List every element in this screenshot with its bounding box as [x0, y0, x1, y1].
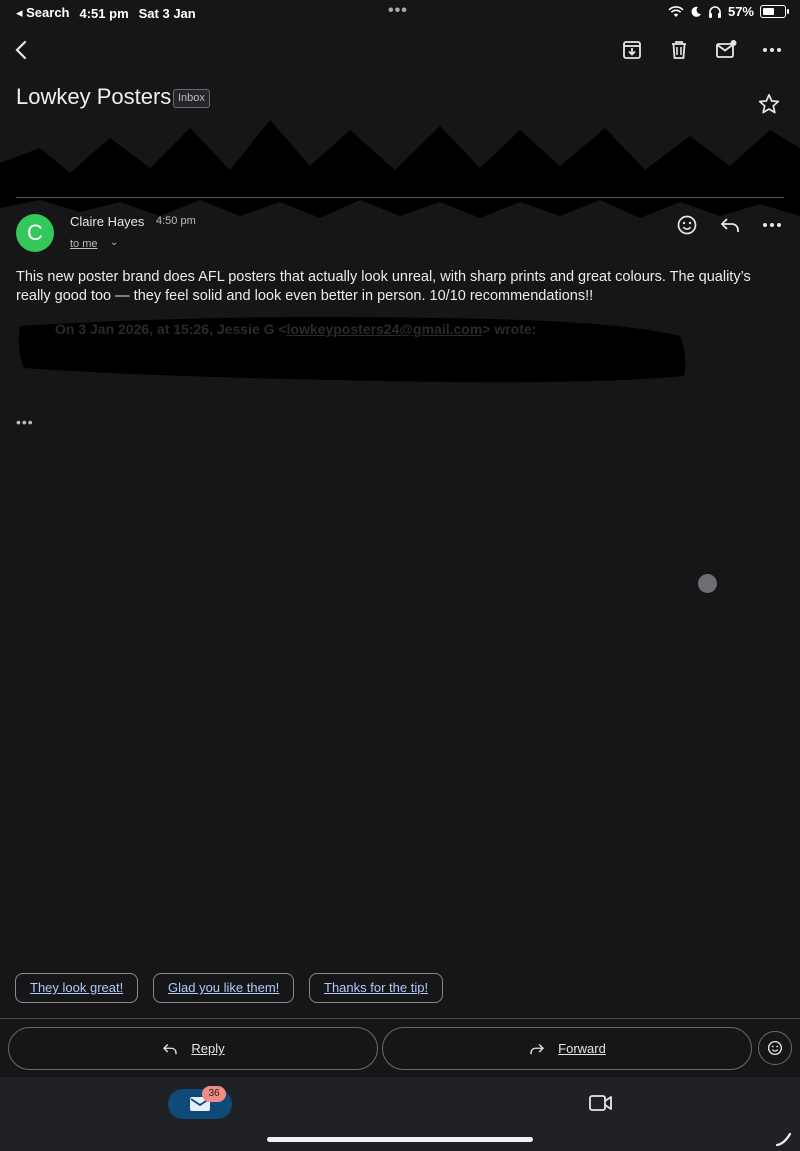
- meet-video-icon[interactable]: [588, 1092, 614, 1114]
- more-icon: [763, 223, 781, 227]
- emoji-icon: [677, 215, 697, 235]
- more-button[interactable]: [754, 32, 790, 68]
- react-button[interactable]: [669, 207, 705, 243]
- quote-prefix: On 3 Jan 2026, at 15:26, Jessie G <: [55, 321, 287, 337]
- emoji-reaction-button[interactable]: [758, 1031, 792, 1065]
- sender-name[interactable]: Claire Hayes: [70, 214, 144, 229]
- reply-button[interactable]: Reply: [8, 1027, 378, 1070]
- status-bar: ◂ Search 4:51 pm Sat 3 Jan ••• 57%: [0, 0, 800, 24]
- assistive-touch-dot[interactable]: [698, 574, 717, 593]
- smart-reply-3[interactable]: Thanks for the tip!: [309, 973, 444, 1003]
- multitask-handle[interactable]: •••: [388, 2, 408, 20]
- chevron-down-icon[interactable]: ⌄: [110, 237, 118, 248]
- actions-divider: [0, 1018, 800, 1019]
- archive-button[interactable]: [614, 32, 650, 68]
- sender-avatar[interactable]: C: [16, 214, 54, 252]
- wifi-icon: [668, 5, 684, 17]
- delete-icon: [672, 41, 686, 59]
- inbox-label[interactable]: Inbox: [173, 89, 210, 108]
- message-divider: [16, 197, 784, 198]
- quote-suffix: > wrote:: [482, 321, 537, 337]
- battery-fill: [762, 7, 774, 15]
- reply-icon: [163, 1043, 178, 1054]
- quoted-header: On 3 Jan 2026, at 15:26, Jessie G <lowke…: [55, 321, 536, 337]
- archive-icon: [623, 41, 641, 59]
- headphones-icon: [708, 6, 721, 18]
- mark-unread-icon: [716, 40, 737, 58]
- status-date: Sat 3 Jan: [138, 5, 196, 21]
- forward-icon: [530, 1043, 545, 1054]
- status-left: ◂ Search 4:51 pm Sat 3 Jan: [16, 5, 196, 21]
- quote-email-link[interactable]: lowkeyposters24@gmail.com: [287, 321, 483, 337]
- delete-button[interactable]: [661, 32, 697, 68]
- smart-reply-2[interactable]: Glad you like them!: [153, 973, 295, 1003]
- quote-redaction-stroke: [18, 317, 686, 383]
- battery-icon: [760, 5, 789, 18]
- more-icon: [763, 48, 781, 52]
- reply-icon: [720, 218, 739, 232]
- pencil-scribble-icon[interactable]: [774, 1128, 794, 1148]
- moon-icon: [691, 6, 701, 17]
- status-time: 4:51 pm: [79, 5, 129, 21]
- home-indicator[interactable]: [267, 1137, 533, 1142]
- reply-label: Reply: [191, 1041, 225, 1056]
- forward-button[interactable]: Forward: [382, 1027, 752, 1070]
- recipient-details-link[interactable]: to me: [70, 238, 98, 250]
- message-body: This new poster brand does AFL posters t…: [16, 269, 751, 304]
- message-more-button[interactable]: [754, 207, 790, 243]
- forward-label: Forward: [558, 1041, 606, 1056]
- back-arrow-icon: [15, 40, 27, 60]
- unread-count-badge: 36: [202, 1086, 226, 1102]
- emoji-icon: [767, 1040, 783, 1056]
- mark-unread-button[interactable]: [708, 32, 744, 68]
- reply-icon-button[interactable]: [712, 207, 748, 243]
- back-button[interactable]: [4, 32, 40, 68]
- battery-percent: 57%: [727, 4, 754, 19]
- smart-reply-1[interactable]: They look great!: [15, 973, 139, 1003]
- sent-time: 4:50 pm: [156, 215, 196, 227]
- show-trimmed-content-button[interactable]: •••: [16, 414, 34, 430]
- status-right: 57%: [668, 4, 789, 19]
- back-to-search-link[interactable]: ◂ Search: [16, 5, 70, 21]
- email-subject: Lowkey Posters: [16, 84, 172, 109]
